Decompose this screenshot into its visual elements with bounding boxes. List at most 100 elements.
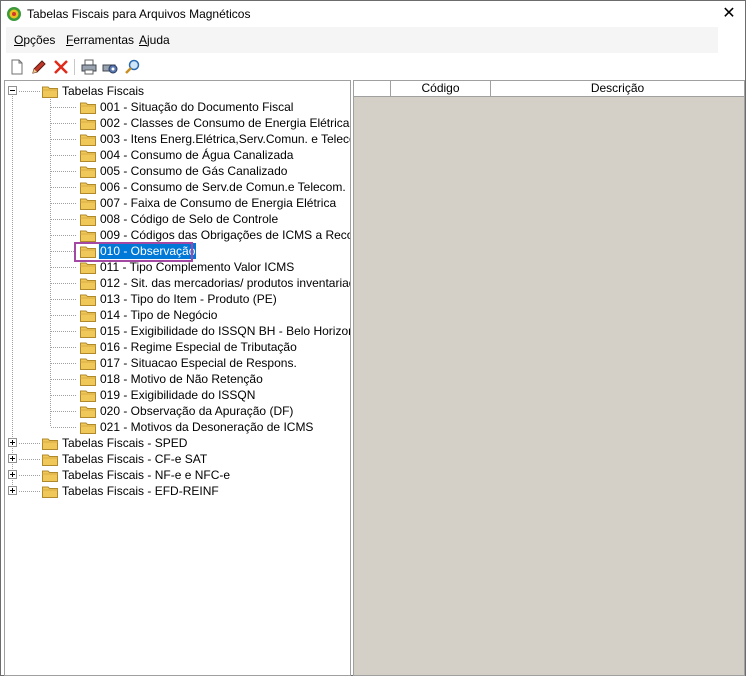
tree-item-label: Tabelas Fiscais - EFD-REINF <box>62 484 219 498</box>
folder-icon <box>80 182 96 194</box>
app-logo-icon <box>7 7 21 21</box>
tree-node-child[interactable]: 015 - Exigibilidade do ISSQN BH - Belo H… <box>5 323 350 339</box>
tree-node-sibling[interactable]: Tabelas Fiscais - NF-e e NFC-e <box>5 467 350 483</box>
list-view[interactable]: Código Descrição <box>353 80 745 676</box>
tree-node-child[interactable]: 012 - Sit. das mercadorias/ produtos inv… <box>5 275 350 291</box>
folder-icon <box>80 278 96 290</box>
tree-item-label: 009 - Códigos das Obrigações de ICMS a R… <box>100 228 351 242</box>
tree-item-label: 007 - Faixa de Consumo de Energia Elétri… <box>100 196 337 210</box>
tree-item-label: Tabelas Fiscais <box>62 84 145 98</box>
folder-icon <box>80 118 96 130</box>
tree-node-child[interactable]: 018 - Motivo de Não Retenção <box>5 371 350 387</box>
title-bar: Tabelas Fiscais para Arquivos Magnéticos… <box>1 1 745 27</box>
tree-item-label: 002 - Classes de Consumo de Energia Elét… <box>100 116 350 130</box>
menu-ajuda-label: juda <box>147 33 170 47</box>
list-header: Código Descrição <box>354 81 744 97</box>
tree-node-child[interactable]: 005 - Consumo de Gás Canalizado <box>5 163 350 179</box>
folder-icon <box>80 134 96 146</box>
folder-icon <box>80 214 96 226</box>
tree-node-sibling[interactable]: Tabelas Fiscais - EFD-REINF <box>5 483 350 499</box>
tree-node-child[interactable]: 013 - Tipo do Item - Produto (PE) <box>5 291 350 307</box>
close-button[interactable]: ✕ <box>719 4 739 24</box>
menu-ferramentas[interactable]: Ferramentas <box>66 33 134 47</box>
menu-ajuda[interactable]: Ajuda <box>139 33 170 47</box>
tree-item-label: 006 - Consumo de Serv.de Comun.e Telecom… <box>100 180 346 194</box>
tree-item-label: 020 - Observação da Apuração (DF) <box>100 404 294 418</box>
print-icon[interactable] <box>80 58 98 76</box>
column-header-codigo[interactable]: Código <box>391 81 491 97</box>
folder-icon <box>80 406 96 418</box>
tree-node-child[interactable]: 006 - Consumo de Serv.de Comun.e Telecom… <box>5 179 350 195</box>
column-header-descricao[interactable]: Descrição <box>491 81 744 97</box>
tree-node-child[interactable]: 003 - Itens Energ.Elétrica,Serv.Comun. e… <box>5 131 350 147</box>
tree-node-child[interactable]: 001 - Situação do Documento Fiscal <box>5 99 350 115</box>
folder-icon <box>80 166 96 178</box>
tree-item-label: 018 - Motivo de Não Retenção <box>100 372 263 386</box>
tree-node-child[interactable]: 014 - Tipo de Negócio <box>5 307 350 323</box>
folder-icon <box>80 150 96 162</box>
folder-icon <box>42 470 58 482</box>
tree-item-label: 015 - Exigibilidade do ISSQN BH - Belo H… <box>100 324 351 338</box>
tree-node-child[interactable]: 016 - Regime Especial de Tributação <box>5 339 350 355</box>
tree-item-label: 008 - Código de Selo de Controle <box>100 212 279 226</box>
main-window: Tabelas Fiscais para Arquivos Magnéticos… <box>0 0 746 676</box>
folder-icon <box>80 310 96 322</box>
tree-item-label: 012 - Sit. das mercadorias/ produtos inv… <box>100 276 351 290</box>
tree-node-child[interactable]: 009 - Códigos das Obrigações de ICMS a R… <box>5 227 350 243</box>
folder-icon <box>80 358 96 370</box>
tree-node-child[interactable]: 021 - Motivos da Desoneração de ICMS <box>5 419 350 435</box>
menu-opcoes[interactable]: Opções <box>14 33 55 47</box>
tree-item-label: Tabelas Fiscais - NF-e e NFC-e <box>62 468 231 482</box>
tree-item-label: 014 - Tipo de Negócio <box>100 308 218 322</box>
tree-item-label: 001 - Situação do Documento Fiscal <box>100 100 294 114</box>
close-icon: ✕ <box>722 5 736 22</box>
tree-node-child[interactable]: 017 - Situacao Especial de Respons. <box>5 355 350 371</box>
tree-node-child[interactable]: 004 - Consumo de Água Canalizada <box>5 147 350 163</box>
tree-node-tabelas-fiscais[interactable]: Tabelas Fiscais <box>5 83 350 99</box>
tree-node-sibling[interactable]: Tabelas Fiscais - SPED <box>5 435 350 451</box>
tree-item-label: 019 - Exigibilidade do ISSQN <box>100 388 256 402</box>
delete-x-icon[interactable] <box>52 58 70 76</box>
edit-pencil-icon[interactable] <box>30 58 48 76</box>
tree-item-label: 003 - Itens Energ.Elétrica,Serv.Comun. e… <box>100 132 351 146</box>
tree-node-sibling[interactable]: Tabelas Fiscais - CF-e SAT <box>5 451 350 467</box>
menu-opcoes-accel: O <box>14 33 24 47</box>
tree-item-label: 021 - Motivos da Desoneração de ICMS <box>100 420 314 434</box>
folder-icon <box>42 86 58 98</box>
menu-bar: Opções Ferramentas Ajuda <box>1 27 745 53</box>
folder-icon <box>80 294 96 306</box>
folder-icon <box>80 326 96 338</box>
tree-node-child[interactable]: 011 - Tipo Complemento Valor ICMS <box>5 259 350 275</box>
tree-node-child[interactable]: 008 - Código de Selo de Controle <box>5 211 350 227</box>
folder-icon <box>42 438 58 450</box>
tree-connector <box>12 96 13 492</box>
tree-view[interactable]: Tabelas Fiscais 001 - Situação do Documen… <box>4 80 351 676</box>
tree-node-child[interactable]: 007 - Faixa de Consumo de Energia Elétri… <box>5 195 350 211</box>
tree-item-label: 005 - Consumo de Gás Canalizado <box>100 164 288 178</box>
folder-icon <box>80 102 96 114</box>
new-document-icon[interactable] <box>8 58 26 76</box>
tree-node-child[interactable]: 002 - Classes de Consumo de Energia Elét… <box>5 115 350 131</box>
toolbar-separator <box>74 59 75 75</box>
tree-item-label: 011 - Tipo Complemento Valor ICMS <box>100 260 295 274</box>
list-header-blank[interactable] <box>354 81 391 97</box>
tree-node-child[interactable]: 020 - Observação da Apuração (DF) <box>5 403 350 419</box>
folder-icon <box>80 374 96 386</box>
search-magnifier-icon[interactable] <box>124 58 142 76</box>
folder-icon <box>80 390 96 402</box>
folder-icon <box>80 262 96 274</box>
menu-ajuda-accel: A <box>139 33 148 47</box>
folder-icon <box>80 230 96 242</box>
menu-opcoes-label: pções <box>23 33 56 47</box>
folder-icon <box>80 422 96 434</box>
menu-ferramentas-label: erramentas <box>73 33 135 47</box>
tree-item-label: 016 - Regime Especial de Tributação <box>100 340 297 354</box>
folder-icon <box>42 486 58 498</box>
tree-item-label: Tabelas Fiscais - CF-e SAT <box>62 452 208 466</box>
tree-node-child[interactable]: 019 - Exigibilidade do ISSQN <box>5 387 350 403</box>
print-setup-icon[interactable] <box>101 58 119 76</box>
tree-item-label: 013 - Tipo do Item - Produto (PE) <box>100 292 277 306</box>
folder-icon <box>42 454 58 466</box>
tree-item-label: Tabelas Fiscais - SPED <box>62 436 188 450</box>
tree-item-label: 004 - Consumo de Água Canalizada <box>100 148 294 162</box>
